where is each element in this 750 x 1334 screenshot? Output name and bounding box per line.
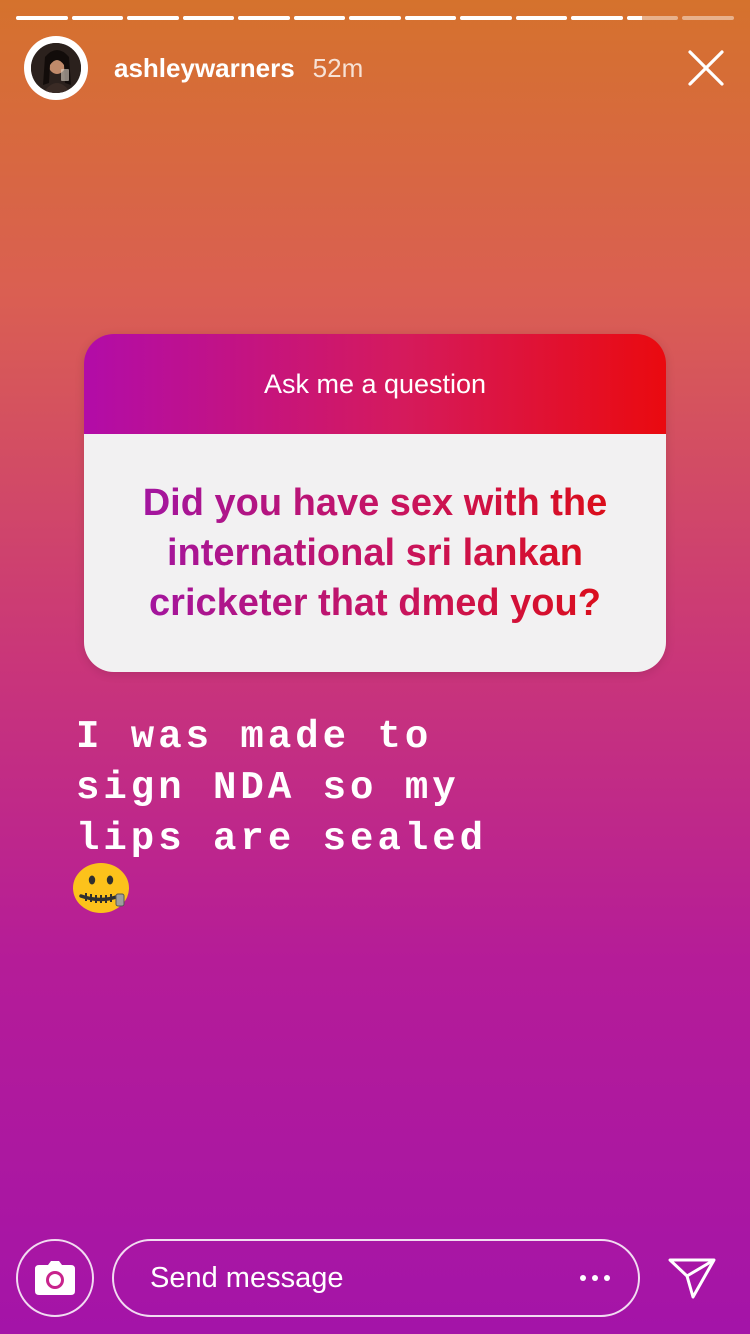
story-segment (71, 16, 124, 20)
send-button[interactable] (664, 1250, 720, 1306)
avatar[interactable] (24, 36, 88, 100)
story-progress-bar (16, 16, 734, 20)
close-button[interactable] (682, 44, 730, 92)
post-time: 52m (312, 52, 364, 83)
story-segment (682, 16, 734, 20)
answer-line: lips are sealed (76, 817, 488, 861)
story-segment (16, 16, 68, 20)
answer-line: sign NDA so my (76, 766, 460, 810)
profile-photo (31, 43, 81, 93)
question-sticker-header: Ask me a question (84, 334, 666, 434)
reply-bar: Send message (16, 1238, 734, 1318)
story-segment (571, 16, 623, 20)
question-sticker-body: Did you have sex with the international … (84, 434, 666, 672)
story-segment (238, 16, 290, 20)
story-segment (515, 16, 568, 20)
username[interactable]: ashleywarners (114, 53, 295, 84)
question-prompt: Ask me a question (263, 368, 487, 399)
story-segment (293, 16, 346, 20)
answer-line: I was made to (76, 715, 433, 759)
question-text: Did you have sex with the international … (120, 478, 630, 628)
send-message-placeholder: Send message (150, 1261, 344, 1294)
story-segment (127, 16, 179, 20)
send-icon (668, 1258, 716, 1299)
answer-text: I was made to sign NDA so my lips are se… (76, 712, 556, 865)
send-message-input[interactable]: Send message (112, 1239, 640, 1317)
story-segment (182, 16, 235, 20)
story-segment (460, 16, 512, 20)
question-sticker[interactable]: Ask me a question Did you have sex with … (84, 334, 666, 672)
story-segment (349, 16, 401, 20)
story-segment (626, 16, 679, 20)
story-segment (404, 16, 457, 20)
camera-button[interactable] (16, 1239, 94, 1317)
camera-icon (35, 1261, 75, 1295)
story-header: ashleywarners 52m (24, 36, 730, 100)
zipper-mouth-emoji-icon (72, 862, 130, 919)
close-icon (688, 50, 724, 86)
more-dots-icon[interactable] (580, 1275, 610, 1281)
